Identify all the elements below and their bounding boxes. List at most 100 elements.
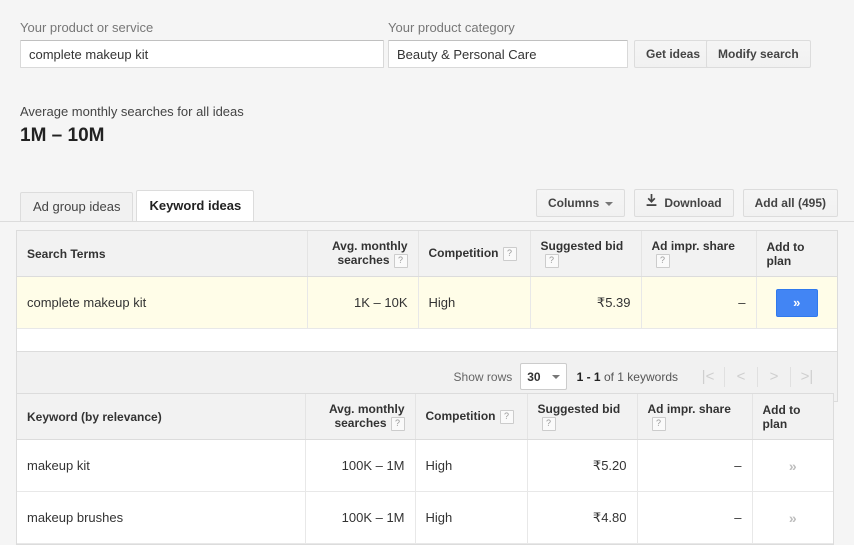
help-icon[interactable]: ?	[544, 254, 559, 268]
table-row[interactable]: makeup kit 100K – 1M High ₹5.20 – »	[17, 439, 833, 492]
cell-add-to-plan: »	[751, 439, 833, 492]
get-ideas-button[interactable]: Get ideas	[634, 40, 713, 68]
download-button-label: Download	[664, 196, 722, 210]
cell-keyword: makeup kit	[17, 439, 305, 492]
column-label: Suggested bid	[537, 402, 621, 416]
column-header-competition[interactable]: Competition?	[414, 394, 527, 440]
column-header-add-to-plan: Add to plan	[755, 231, 837, 277]
table-header-row: Keyword (by relevance) Avg. monthly sear…	[17, 394, 833, 440]
columns-button[interactable]: Columns	[535, 189, 626, 217]
table-row[interactable]: complete makeup kit 1K – 10K High ₹5.39 …	[17, 276, 837, 329]
cell-ad-impr-share: –	[636, 439, 752, 492]
cell-suggested-bid: ₹4.80	[526, 491, 637, 544]
tab-strip: Ad group ideas Keyword ideas Columns Dow…	[0, 189, 854, 222]
column-header-suggested-bid[interactable]: Suggested bid?	[526, 394, 637, 440]
column-header-avg-monthly-searches[interactable]: Avg. monthly searches?	[306, 231, 418, 277]
keyword-ideas-table: Keyword (by relevance) Avg. monthly sear…	[17, 394, 833, 544]
chevron-down-icon	[605, 201, 614, 206]
product-or-service-input[interactable]	[20, 40, 384, 68]
cell-ad-impr-share: –	[640, 276, 756, 329]
pagination-range-suffix: of 1 keywords	[603, 369, 678, 384]
last-page-icon[interactable]: >|	[790, 366, 823, 387]
search-terms-table: Search Terms Avg. monthly searches? Comp…	[17, 231, 837, 329]
column-label: Add to plan	[762, 402, 801, 431]
product-category-input[interactable]	[388, 40, 628, 68]
first-page-icon[interactable]: |<	[692, 367, 724, 387]
pagination-range: 1 - 1 of 1 keywords	[577, 370, 678, 384]
keyword-planner-page: Your product or service Your product cat…	[0, 0, 854, 545]
add-to-plan-button[interactable]: »	[789, 458, 797, 474]
keyword-ideas-table-card: Keyword (by relevance) Avg. monthly sear…	[16, 393, 834, 545]
product-or-service-label: Your product or service	[20, 20, 154, 35]
cell-avg-monthly-searches: 100K – 1M	[304, 491, 415, 544]
cell-add-to-plan: »	[755, 276, 837, 329]
column-header-search-terms[interactable]: Search Terms	[17, 231, 307, 277]
help-icon[interactable]: ?	[651, 417, 666, 431]
cell-keyword: complete makeup kit	[17, 276, 307, 329]
add-all-button[interactable]: Add all (495)	[742, 189, 838, 217]
column-header-competition[interactable]: Competition?	[417, 231, 530, 277]
tab-ad-group-ideas[interactable]: Ad group ideas	[20, 192, 134, 221]
column-label: Ad impr. share	[651, 239, 735, 253]
column-header-ad-impr-share[interactable]: Ad impr. share?	[640, 231, 756, 277]
download-icon	[646, 190, 657, 216]
product-or-service-field-group: Your product or service	[20, 20, 384, 68]
column-label: Suggested bid	[540, 239, 624, 253]
modify-search-button[interactable]: Modify search	[706, 40, 811, 68]
help-icon[interactable]: ?	[541, 417, 556, 431]
help-icon[interactable]: ?	[499, 410, 514, 424]
column-header-add-to-plan: Add to plan	[751, 394, 833, 440]
column-label: Search Terms	[27, 246, 106, 261]
cell-ad-impr-share: –	[636, 491, 752, 544]
add-to-plan-button[interactable]: »	[775, 288, 818, 317]
average-monthly-searches-value: 1M – 10M	[20, 125, 105, 146]
column-label: Ad impr. share	[647, 402, 731, 416]
column-label-line2: searches	[334, 416, 387, 430]
help-icon[interactable]: ?	[390, 417, 405, 431]
rows-per-page-value: 30	[527, 369, 541, 384]
show-rows-label: Show rows	[453, 369, 513, 384]
cell-competition: High	[414, 439, 527, 492]
column-label: Add to plan	[766, 239, 805, 268]
column-header-ad-impr-share[interactable]: Ad impr. share?	[636, 394, 752, 440]
column-label-line1: Avg. monthly	[328, 402, 405, 416]
help-icon[interactable]: ?	[655, 254, 670, 268]
table-spacer-row	[17, 329, 837, 352]
tab-list: Ad group ideas Keyword ideas	[20, 190, 257, 221]
next-page-icon[interactable]: >	[757, 366, 790, 387]
cell-competition: High	[414, 491, 527, 544]
cell-suggested-bid: ₹5.20	[526, 439, 637, 492]
cell-competition: High	[417, 276, 530, 329]
download-button[interactable]: Download	[634, 189, 734, 217]
product-category-label: Your product category	[388, 20, 515, 35]
column-header-keyword-by-relevance[interactable]: Keyword (by relevance)	[17, 394, 305, 440]
product-category-field-group: Your product category	[388, 20, 628, 68]
help-icon[interactable]: ?	[502, 247, 517, 261]
column-label: Keyword (by relevance)	[27, 409, 162, 424]
column-header-avg-monthly-searches[interactable]: Avg. monthly searches?	[304, 394, 415, 440]
column-label: Competition	[428, 246, 499, 260]
add-to-plan-button[interactable]: »	[789, 510, 797, 526]
cell-keyword: makeup brushes	[17, 491, 305, 544]
column-header-suggested-bid[interactable]: Suggested bid?	[529, 231, 641, 277]
columns-button-label: Columns	[547, 196, 600, 210]
table-header-row: Search Terms Avg. monthly searches? Comp…	[17, 231, 837, 277]
help-icon[interactable]: ?	[393, 254, 408, 268]
cell-avg-monthly-searches: 100K – 1M	[304, 439, 415, 492]
table-toolbar: Columns Download Add all (495)	[535, 189, 838, 217]
search-terms-table-card: Search Terms Avg. monthly searches? Comp…	[16, 230, 838, 402]
cell-suggested-bid: ₹5.39	[529, 276, 641, 329]
rows-per-page-select[interactable]: 30	[520, 363, 567, 390]
cell-avg-monthly-searches: 1K – 10K	[306, 276, 418, 329]
table-row[interactable]: makeup brushes 100K – 1M High ₹4.80 – »	[17, 491, 833, 544]
pagination-nav: |< < > >|	[692, 366, 823, 387]
average-monthly-searches-label: Average monthly searches for all ideas	[20, 104, 244, 119]
pagination-range-numbers: 1 - 1	[576, 369, 601, 384]
previous-page-icon[interactable]: <	[724, 366, 757, 387]
cell-add-to-plan: »	[751, 491, 833, 544]
chevron-down-icon	[551, 374, 560, 379]
column-label-line1: Avg. monthly	[331, 239, 408, 253]
column-label-line2: searches	[337, 253, 390, 267]
column-label: Competition	[425, 409, 496, 423]
tab-keyword-ideas[interactable]: Keyword ideas	[136, 190, 255, 221]
